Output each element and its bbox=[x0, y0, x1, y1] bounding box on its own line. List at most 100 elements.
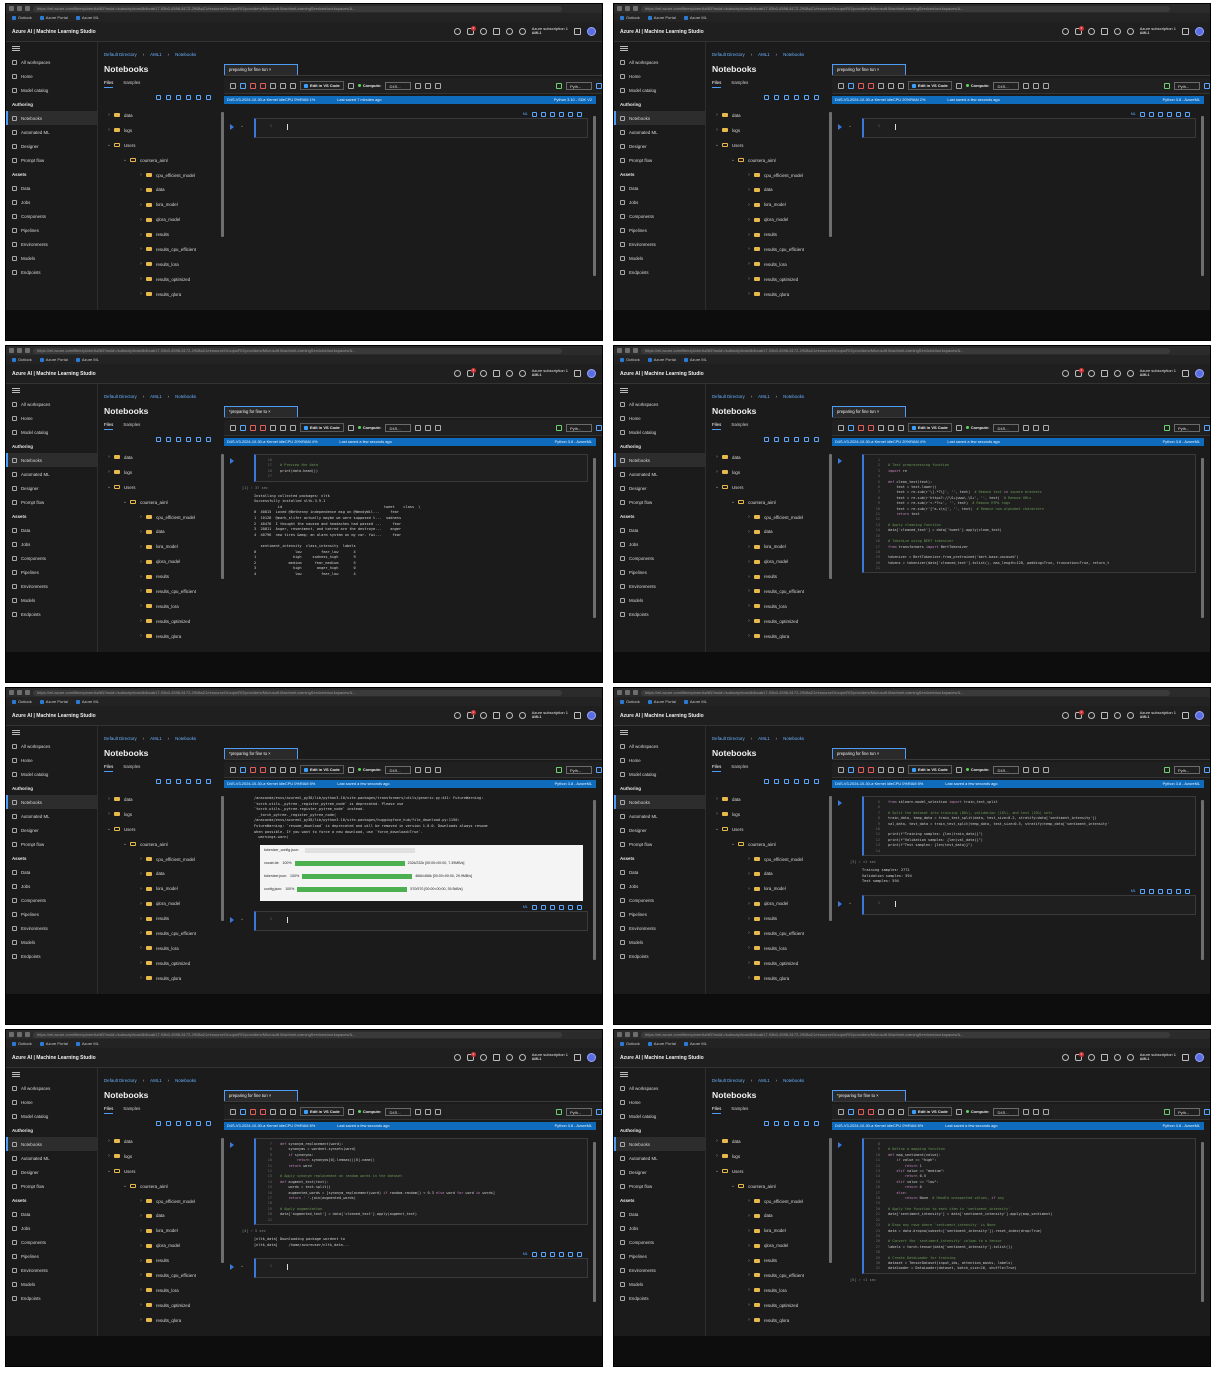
edit-in-vscode-button[interactable]: Edit in VS Code bbox=[908, 1107, 952, 1116]
tree-row[interactable]: › qlora_model bbox=[100, 896, 224, 911]
code-editor[interactable]: 1 bbox=[258, 124, 280, 129]
chevron-down-icon[interactable]: ⌄ bbox=[240, 1263, 244, 1269]
sidebar-item-endpoints[interactable]: Endpoints bbox=[6, 1291, 97, 1305]
sidebar-item-all-workspaces[interactable]: All workspaces bbox=[614, 397, 705, 411]
tree-row[interactable]: › results_optimized bbox=[100, 956, 224, 971]
code-cell[interactable]: 5 from sklearn.model_selection import tra… bbox=[862, 796, 1196, 856]
run-cell-icon[interactable] bbox=[838, 124, 843, 130]
compute-select[interactable]: D4S... bbox=[993, 765, 1020, 774]
split-icon[interactable] bbox=[1149, 112, 1154, 117]
new-file-icon[interactable] bbox=[156, 95, 161, 100]
close-icon[interactable]: × bbox=[267, 409, 270, 414]
tree-row[interactable]: › results bbox=[100, 227, 224, 242]
forward-icon[interactable] bbox=[625, 690, 630, 695]
chevron-down-icon[interactable] bbox=[1182, 711, 1189, 719]
tab-files[interactable]: Files bbox=[104, 422, 114, 430]
feedback-icon[interactable] bbox=[1100, 27, 1108, 35]
code-cell[interactable]: 16 17 # Preview the data 18 print(data.head(… bbox=[254, 454, 588, 482]
tree-row[interactable]: › logs bbox=[100, 807, 224, 822]
collapse-icon[interactable] bbox=[196, 95, 201, 100]
run-cell-icon[interactable] bbox=[838, 800, 843, 806]
feedback-icon[interactable] bbox=[492, 1053, 500, 1061]
notebook-scrollbar[interactable] bbox=[593, 800, 596, 960]
stop-icon[interactable] bbox=[858, 1108, 864, 1115]
chevron-right-icon[interactable]: › bbox=[746, 1317, 752, 1323]
chevron-down-icon[interactable]: ⌄ bbox=[106, 1168, 112, 1174]
sidebar-item-pipelines[interactable]: Pipelines bbox=[6, 1249, 97, 1263]
tree-row[interactable]: › data bbox=[100, 182, 224, 197]
sidebar-item-data[interactable]: Data bbox=[6, 181, 97, 195]
chevron-right-icon[interactable]: › bbox=[138, 901, 144, 907]
bookmark-item[interactable]: Azure ML bbox=[75, 15, 99, 20]
tree-row[interactable]: › results_optimized bbox=[708, 1298, 832, 1313]
forward-icon[interactable] bbox=[17, 348, 22, 353]
feedback-icon[interactable] bbox=[1100, 1053, 1108, 1061]
sidebar-item-model-catalog[interactable]: Model catalog bbox=[614, 83, 705, 97]
avatar[interactable] bbox=[1195, 26, 1204, 36]
tree-row[interactable]: › data bbox=[100, 524, 224, 539]
chevron-right-icon[interactable]: › bbox=[746, 975, 752, 981]
sidebar-item-designer[interactable]: Designer bbox=[614, 139, 705, 153]
chevron-right-icon[interactable]: › bbox=[746, 217, 752, 223]
restart-icon[interactable] bbox=[868, 82, 874, 89]
chevron-right-icon[interactable]: › bbox=[106, 469, 112, 475]
smiley-icon[interactable] bbox=[518, 711, 526, 719]
menu-icon[interactable] bbox=[838, 1108, 844, 1115]
code-icon[interactable] bbox=[559, 1252, 564, 1258]
chevron-right-icon[interactable]: › bbox=[138, 1198, 144, 1204]
address-bar[interactable]: https://ml.azure.com/fileexplorerAzNB?ws… bbox=[33, 689, 562, 696]
upload-icon[interactable] bbox=[774, 437, 779, 442]
tree-row[interactable]: › lora_model bbox=[708, 539, 832, 554]
lock-icon[interactable] bbox=[1158, 112, 1163, 117]
tree-row[interactable]: › lora_model bbox=[708, 881, 832, 896]
sidebar-item-jobs[interactable]: Jobs bbox=[6, 537, 97, 551]
tab-files[interactable]: Files bbox=[712, 1106, 722, 1114]
app-title[interactable]: Azure AI | Machine Learning Studio bbox=[12, 371, 96, 377]
avatar[interactable] bbox=[587, 368, 596, 378]
kernel-select[interactable]: Pyth... bbox=[1174, 423, 1200, 432]
chevron-right-icon[interactable]: › bbox=[746, 960, 752, 966]
sidebar-item-endpoints[interactable]: Endpoints bbox=[614, 265, 705, 279]
back-icon[interactable] bbox=[617, 6, 622, 11]
smiley-icon[interactable] bbox=[1126, 369, 1134, 377]
breadcrumb-item[interactable]: Notebooks bbox=[783, 1078, 804, 1083]
sidebar-item-designer[interactable]: Designer bbox=[6, 823, 97, 837]
address-bar[interactable]: https://ml.azure.com/fileexplorerAzNB?ws… bbox=[33, 347, 562, 354]
stop-compute-icon[interactable] bbox=[1023, 424, 1030, 431]
run-cell-icon[interactable] bbox=[230, 916, 235, 923]
menu-icon[interactable] bbox=[838, 82, 844, 89]
sidebar-item-notebooks[interactable]: Notebooks bbox=[614, 1137, 705, 1151]
stop-icon[interactable] bbox=[250, 82, 256, 89]
chevron-down-icon[interactable]: ⌄ bbox=[714, 142, 720, 148]
menu-icon[interactable] bbox=[620, 46, 628, 51]
sidebar-item-pipelines[interactable]: Pipelines bbox=[614, 907, 705, 921]
app-title[interactable]: Azure AI | Machine Learning Studio bbox=[12, 713, 96, 719]
code-cell[interactable]: 1 bbox=[254, 1258, 588, 1279]
chevron-down-icon[interactable] bbox=[574, 1053, 581, 1061]
back-icon[interactable] bbox=[617, 1032, 622, 1037]
tree-row[interactable]: › logs bbox=[100, 465, 224, 480]
run-cell-icon[interactable] bbox=[838, 900, 843, 907]
code-cell[interactable]: 1 bbox=[254, 910, 588, 931]
chevron-right-icon[interactable]: › bbox=[746, 1287, 752, 1293]
run-all-icon[interactable] bbox=[848, 766, 854, 773]
refresh-icon[interactable] bbox=[633, 348, 638, 353]
chevron-right-icon[interactable]: › bbox=[138, 856, 144, 862]
tree-row[interactable]: › results_optimized bbox=[100, 614, 224, 629]
variables-icon[interactable] bbox=[280, 424, 286, 431]
chevron-down-icon[interactable]: ⌄ bbox=[714, 826, 720, 832]
clock-icon[interactable] bbox=[453, 711, 461, 719]
outline-icon[interactable] bbox=[290, 82, 296, 89]
chevron-right-icon[interactable]: › bbox=[746, 514, 752, 520]
tab-files[interactable]: Files bbox=[104, 764, 114, 772]
refresh-icon[interactable] bbox=[633, 6, 638, 11]
app-title[interactable]: Azure AI | Machine Learning Studio bbox=[12, 1055, 96, 1061]
stop-icon[interactable] bbox=[250, 424, 256, 431]
subscription-switcher[interactable]: Azure subscription 1 AML1 bbox=[1140, 368, 1176, 378]
chevron-down-icon[interactable] bbox=[1182, 369, 1189, 377]
upload-icon[interactable] bbox=[774, 1121, 779, 1126]
variables-icon[interactable] bbox=[280, 82, 286, 89]
breadcrumb-item[interactable]: AML1 bbox=[758, 1078, 769, 1083]
tree-row[interactable]: ⌄ coursera_aiml bbox=[708, 495, 832, 510]
chevron-right-icon[interactable]: › bbox=[138, 1302, 144, 1308]
